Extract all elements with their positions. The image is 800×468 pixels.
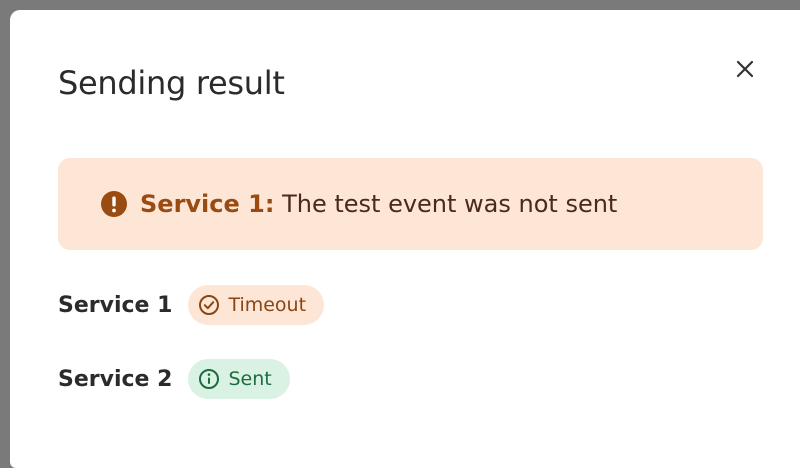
close-icon (736, 60, 754, 78)
service-name: Service 2 (58, 366, 173, 392)
alert-text: Service 1: The test event was not sent (140, 190, 617, 218)
status-badge-sent: Sent (188, 359, 290, 399)
alert-service-name: Service 1: (140, 190, 275, 218)
close-button[interactable] (730, 54, 760, 84)
status-label: Timeout (228, 294, 307, 316)
info-circle-icon (199, 369, 220, 389)
status-label: Sent (228, 368, 272, 390)
check-circle-icon (199, 295, 220, 315)
alert-message: The test event was not sent (282, 190, 618, 218)
error-alert: Service 1: The test event was not sent (58, 158, 763, 250)
dialog-title: Sending result (58, 64, 285, 102)
result-row: Service 1 Timeout (58, 285, 325, 325)
service-name: Service 1 (58, 292, 173, 318)
status-badge-timeout: Timeout (188, 285, 325, 325)
sending-result-dialog: Sending result Service 1: The test event… (10, 10, 800, 468)
exclamation-circle-icon (101, 191, 127, 217)
result-row: Service 2 Sent (58, 359, 290, 399)
